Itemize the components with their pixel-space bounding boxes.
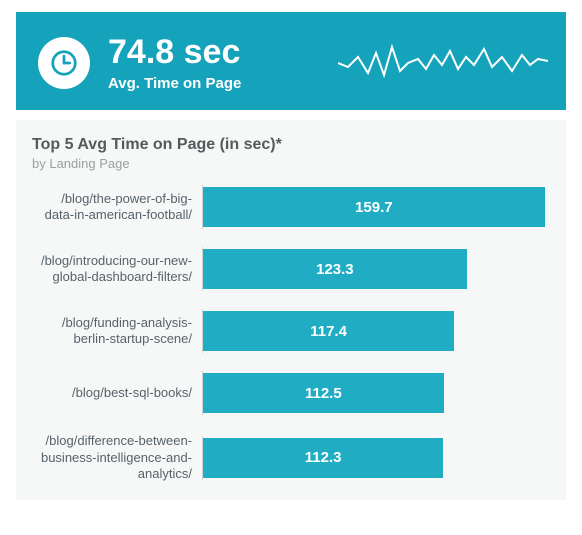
table-row: /blog/introducing-our-new-global-dashboa… [32, 247, 556, 291]
table-row: /blog/difference-between-business-intell… [32, 433, 556, 482]
bar-track: 117.4 [202, 309, 556, 353]
table-row: /blog/best-sql-books/112.5 [32, 371, 556, 415]
bar-value: 159.7 [355, 199, 393, 216]
bar-track: 159.7 [202, 185, 556, 229]
stat-text: 74.8 sec Avg. Time on Page [108, 34, 241, 92]
bar-label: /blog/funding-analysis-berlin-startup-sc… [32, 315, 202, 348]
bar: 123.3 [203, 249, 467, 289]
bar-value: 112.5 [305, 385, 342, 402]
bar-label: /blog/difference-between-business-intell… [32, 433, 202, 482]
bar-chart: /blog/the-power-of-big-data-in-american-… [32, 185, 556, 482]
bar-track: 123.3 [202, 247, 556, 291]
table-row: /blog/funding-analysis-berlin-startup-sc… [32, 309, 556, 353]
bar-value: 123.3 [316, 261, 354, 278]
bar: 112.5 [203, 373, 444, 413]
panel-subtitle: by Landing Page [32, 156, 556, 171]
bar-label: /blog/best-sql-books/ [32, 385, 202, 401]
bar: 117.4 [203, 311, 454, 351]
table-row: /blog/the-power-of-big-data-in-american-… [32, 185, 556, 229]
bar-label: /blog/the-power-of-big-data-in-american-… [32, 191, 202, 224]
stat-card-avg-time: 74.8 sec Avg. Time on Page [16, 12, 566, 110]
bar-value: 112.3 [305, 449, 342, 466]
panel-title: Top 5 Avg Time on Page (in sec)* [32, 136, 556, 154]
bar-track: 112.5 [202, 371, 556, 415]
stat-value: 74.8 sec [108, 34, 241, 71]
bar: 159.7 [203, 187, 545, 227]
stat-label: Avg. Time on Page [108, 75, 241, 92]
clock-icon [38, 37, 90, 89]
sparkline-icon [338, 35, 548, 87]
bar-value: 117.4 [310, 323, 347, 340]
bar: 112.3 [203, 438, 443, 478]
bar-label: /blog/introducing-our-new-global-dashboa… [32, 253, 202, 286]
top5-panel: Top 5 Avg Time on Page (in sec)* by Land… [16, 120, 566, 500]
bar-track: 112.3 [202, 436, 556, 480]
